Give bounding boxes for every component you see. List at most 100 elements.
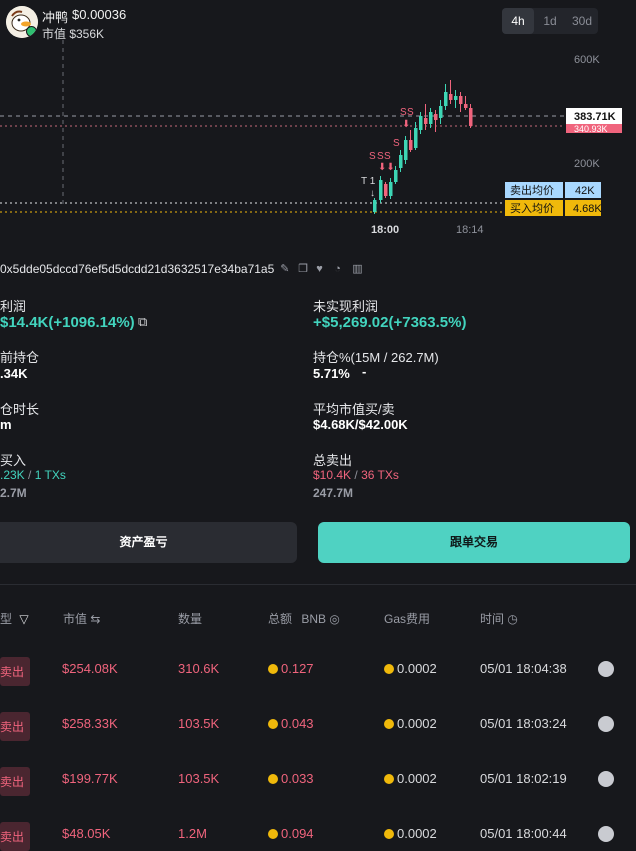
buy-label: 买入 [0,453,27,468]
candle-body [449,94,453,100]
row-amount: 1.2M [178,826,207,841]
sell-summary: $10.4K / 36 TXs [313,468,399,482]
sell-avg-label: 卖出均价 [510,183,554,197]
col-type[interactable]: 型 ▽ [0,610,29,627]
duration-label: 仓时长 [0,402,40,417]
sell-sep: / [351,468,362,482]
candle-body [399,155,403,168]
unrealized-label: 未实现利润 [313,299,379,314]
copy-icon[interactable]: ❐ [298,263,310,275]
sell-arrow-icon: ⬇⬇ [378,162,395,173]
col-amount: 数量 [178,612,203,626]
row-amount: 103.5K [178,771,220,786]
trade-type-badge: 卖出 [0,767,31,796]
candle-body [464,104,468,108]
row-time: 05/01 18:00:44 [480,826,567,841]
col-time[interactable]: 时间 ◷ [480,610,518,627]
candle-icon[interactable]: ▥ [352,263,364,275]
chart-icon[interactable]: ◔ [334,263,346,275]
holding-pct-label: 持仓%(15M / 262.7M) [313,350,439,365]
row-mcap: $199.77K [62,771,118,786]
candle-body [404,140,408,160]
buy-tokens: 2.7M [0,486,27,500]
external-link-icon[interactable]: ⧉ [138,314,147,330]
candle-body [459,96,463,104]
buy-sep: / [24,468,35,482]
price-tag: 383.71K [574,111,616,123]
candle-body [454,96,458,100]
pnl-button[interactable]: 资产盈亏 [0,522,297,563]
favorite-heart-icon[interactable]: ♥ [316,263,328,275]
edit-icon[interactable]: ✎ [280,263,292,275]
holding-value: .34K [0,366,28,381]
tx-explorer-icon[interactable] [598,716,614,732]
buy-arrow-icon: ↓ [370,188,375,199]
avg-mcap-label: 平均市值买/卖 [313,402,395,417]
bnb-coin-icon [384,774,394,784]
col-total-label: 总额 [268,612,293,626]
price-chart[interactable]: 600K 200K 383.71K 340.93K 卖出均价 42K 买入均价 … [0,40,636,240]
tx-explorer-icon[interactable] [598,771,614,787]
sort-icon[interactable]: ⇆ [90,612,100,626]
row-gas-value: 0.0002 [397,716,437,731]
candle-body [469,108,473,126]
buy-marker: T 1 [361,176,376,187]
x-tick-1814: 18:14 [456,224,484,236]
row-mcap: $258.33K [62,716,118,731]
bnb-coin-icon [268,774,278,784]
timeframe-30d[interactable]: 30d [566,8,598,34]
timeframe-1d[interactable]: 1d [534,8,566,34]
duration-value: m [0,417,12,432]
trade-type-badge: 卖出 [0,822,31,851]
timeframe-selector: 4h 1d 30d [502,8,598,34]
currency-switch-icon[interactable]: ◎ [329,612,339,626]
candle-body [373,200,377,212]
token-price: $0.00036 [72,7,127,22]
bnb-coin-icon [268,719,278,729]
row-gas: 0.0002 [384,826,437,841]
candle-body [429,112,433,124]
avg-mcap-value: $4.68K/$42.00K [313,417,408,432]
sell-marker: S [393,138,400,149]
profit-label: 利润 [0,299,27,314]
row-time: 05/01 18:04:38 [480,661,567,676]
tx-explorer-icon[interactable] [598,826,614,842]
buy-summary: .23K / 1 TXs [0,468,66,482]
x-tick-1800: 18:00 [371,224,399,236]
row-gas-value: 0.0002 [397,826,437,841]
clock-icon[interactable]: ◷ [507,612,517,626]
col-time-label: 时间 [480,612,505,626]
col-mcap-label: 市值 [63,612,88,626]
timeframe-4h[interactable]: 4h [502,8,534,34]
row-gas: 0.0002 [384,771,437,786]
holding-pct-dash: - [362,364,367,379]
candle-body [434,114,438,120]
row-total: 0.043 [268,716,314,731]
filter-icon[interactable]: ▽ [19,612,28,626]
copy-trade-button[interactable]: 跟单交易 [318,522,630,563]
divider [0,584,636,585]
row-amount: 310.6K [178,661,220,676]
row-total-value: 0.043 [281,716,314,731]
col-mcap[interactable]: 市值 ⇆ [63,610,100,627]
profit-value: $14.4K(+1096.14%) [0,314,135,331]
tx-explorer-icon[interactable] [598,661,614,677]
sell-tokens: 247.7M [313,486,354,500]
price-tag-sub: 340.93K [574,124,608,134]
bnb-coin-icon [384,829,394,839]
row-total: 0.033 [268,771,314,786]
buy-txs: 1 TXs [34,468,66,482]
col-type-label: 型 [0,612,13,626]
buy-amount: .23K [0,468,25,482]
row-gas: 0.0002 [384,661,437,676]
sell-marker: S [400,107,407,118]
row-time: 05/01 18:02:19 [480,771,567,786]
row-gas-value: 0.0002 [397,661,437,676]
bnb-coin-icon [268,829,278,839]
candle-body [409,140,413,150]
y-tick-600k: 600K [574,54,600,66]
sell-marker: S [377,151,384,162]
holding-pct-value: 5.71% [313,366,350,381]
bnb-coin-icon [384,664,394,674]
sell-marker: S [384,151,391,162]
